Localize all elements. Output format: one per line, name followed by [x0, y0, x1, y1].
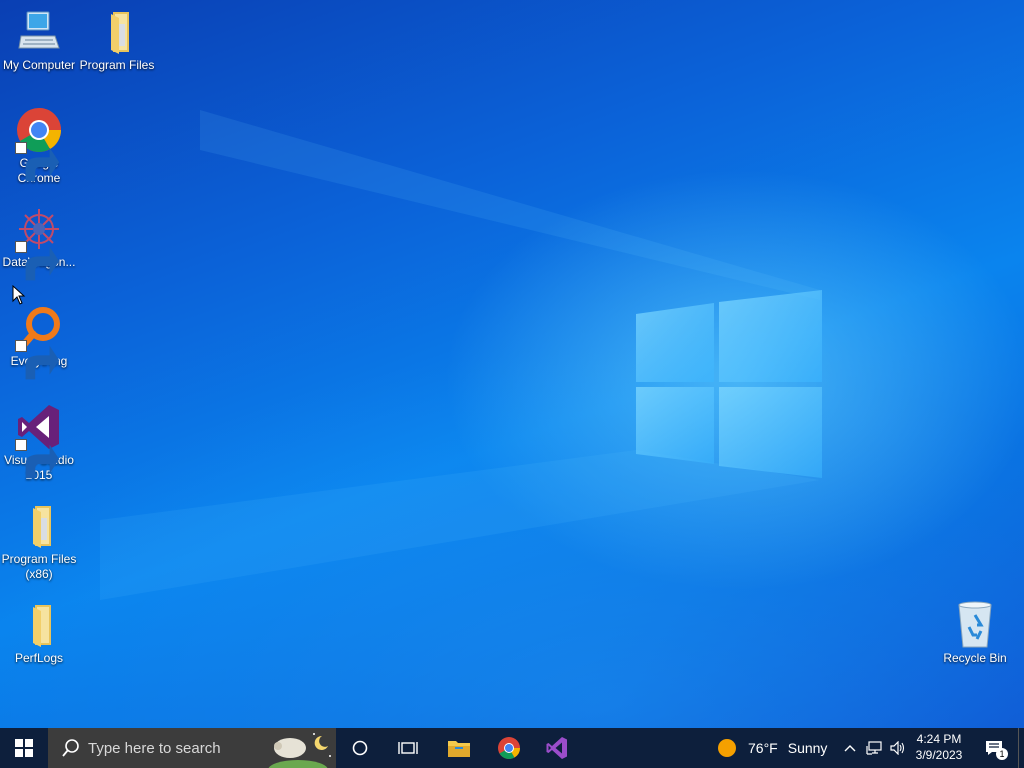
datawagon-icon — [15, 205, 63, 281]
computer-icon — [15, 8, 63, 56]
desktop-icon-everything[interactable]: Everything — [0, 304, 78, 380]
taskbar-app-visual-studio[interactable] — [534, 728, 580, 768]
network-icon[interactable] — [862, 741, 886, 755]
shortcut-arrow-icon — [15, 241, 60, 281]
search-icon — [62, 739, 79, 757]
shortcut-arrow-icon — [15, 142, 60, 182]
desktop-icon-label: PerfLogs — [14, 651, 64, 665]
recycle-bin-icon — [951, 601, 999, 649]
task-view-button[interactable] — [386, 728, 430, 768]
shortcut-arrow-icon — [15, 340, 60, 380]
wallpaper-windows-logo — [100, 110, 822, 600]
desktop-icon-recycle-bin[interactable]: Recycle Bin — [936, 601, 1014, 666]
search-placeholder: Type here to search — [88, 739, 221, 757]
show-hidden-icons-chevron-icon[interactable] — [838, 744, 862, 752]
taskbar-clock[interactable]: 4:24 PM 3/9/2023 — [904, 731, 974, 763]
desktop-icon-google-chrome[interactable]: Google Chrome — [0, 106, 78, 186]
shortcut-arrow-icon — [15, 439, 60, 479]
folder-icon — [93, 8, 141, 56]
desktop-icon-label: My Computer — [2, 58, 76, 72]
chrome-icon — [15, 106, 63, 182]
desktop-icon-label: Program Files — [79, 58, 155, 72]
visual-studio-icon — [546, 737, 567, 759]
desktop-icon-program-files[interactable]: Program Files — [78, 8, 156, 73]
taskbar-app-chrome[interactable] — [486, 728, 532, 768]
folder-icon — [15, 601, 63, 649]
search-highlight-art-icon — [268, 733, 331, 768]
windows-logo-icon — [15, 739, 33, 757]
desktop-icon-label: Program Files (x86) — [1, 552, 77, 581]
sunny-icon — [718, 739, 736, 757]
system-tray — [838, 728, 910, 768]
chrome-icon — [498, 737, 520, 759]
taskbar-app-file-explorer[interactable] — [436, 728, 482, 768]
mouse-cursor-icon — [12, 285, 26, 305]
show-desktop-button[interactable] — [1018, 728, 1024, 768]
weather-temperature: 76°F — [748, 740, 778, 756]
weather-widget[interactable]: 76°F Sunny — [718, 728, 827, 768]
cortana-circle-icon — [352, 740, 368, 756]
taskbar: Type here to search 76°F Sunny 4:24 PM 3… — [0, 728, 1024, 768]
clock-date: 3/9/2023 — [915, 748, 963, 762]
file-explorer-icon — [448, 741, 470, 757]
desktop-icon-perflogs[interactable]: PerfLogs — [0, 601, 78, 666]
weather-condition: Sunny — [787, 740, 828, 756]
notification-count-badge: 1 — [996, 748, 1008, 760]
everything-search-icon — [15, 304, 63, 380]
desktop-icon-visual-studio-2015[interactable]: Visual Studio 2015 — [0, 403, 78, 483]
action-center-button[interactable]: 1 — [978, 728, 1010, 768]
start-button[interactable] — [0, 728, 48, 768]
desktop-icon-datawagon[interactable]: DataWagon... — [0, 205, 78, 281]
folder-icon — [15, 502, 63, 550]
clock-time: 4:24 PM — [916, 732, 962, 746]
desktop-icon-program-files-x86[interactable]: Program Files (x86) — [0, 502, 78, 582]
task-view-icon — [398, 742, 418, 754]
taskbar-search-box[interactable]: Type here to search — [48, 728, 336, 768]
desktop-icon-label: Recycle Bin — [943, 651, 1007, 665]
desktop-icon-my-computer[interactable]: My Computer — [0, 8, 78, 73]
cortana-button[interactable] — [338, 728, 382, 768]
visual-studio-icon — [15, 403, 63, 479]
